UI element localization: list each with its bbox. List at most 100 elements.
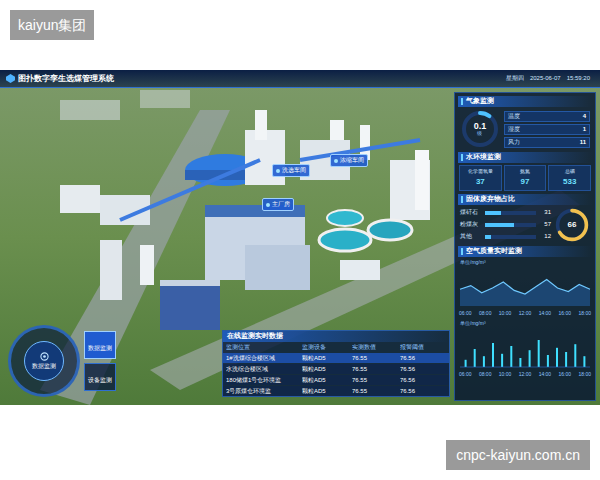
weather-value: 11 xyxy=(580,138,586,147)
gauge-value: 0.1 xyxy=(474,122,487,131)
table-cell: 颗粒AD5 xyxy=(302,376,352,385)
solid-item: 煤矸石 31 xyxy=(460,208,551,217)
bar xyxy=(465,360,467,367)
table-cell: 76.56 xyxy=(400,387,448,396)
bar-chart xyxy=(459,329,591,369)
scene-label[interactable]: 主厂房 xyxy=(262,198,294,211)
bar xyxy=(483,356,485,367)
solid-gauge-value: 66 xyxy=(568,219,577,231)
table-row[interactable]: 3号原煤仓环境监颗粒AD576.5576.56 xyxy=(223,386,449,396)
water-label: 总磷 xyxy=(565,168,575,176)
nav-item[interactable]: 设备监测 xyxy=(84,363,116,391)
scene-label[interactable]: 浓缩车间 xyxy=(330,154,368,167)
chart-unit: 单位/mg/m³ xyxy=(458,320,592,328)
panel-section: 固体废弃物占比煤矸石 31 粉煤灰 57 其他 12 66 xyxy=(458,194,592,243)
right-panel: 气象监测0.1级温度4湿度1风力11水环境监测化学需氧量37氨氮97总磷533固… xyxy=(454,92,596,401)
chart-unit: 单位/mg/m³ xyxy=(458,259,592,267)
section-header: 空气质量实时监测 xyxy=(458,246,592,257)
solid-label: 粉煤灰 xyxy=(460,220,482,229)
table-row[interactable]: 180储煤1号仓环境监颗粒AD576.5576.56 xyxy=(223,375,449,385)
watermark-row: kaiyun集团 xyxy=(0,0,600,40)
bar xyxy=(519,358,521,367)
solid-track xyxy=(485,211,536,215)
monitor-table: 在线监测实时数据监测位置监测设备实测数值报警阈值1#洗煤综合楼区域颗粒AD576… xyxy=(222,330,450,397)
table-cell: 水洗综合楼区域 xyxy=(226,365,302,374)
axis-line xyxy=(460,367,590,368)
dashboard-title: 图扑数字孪生选煤管理系统 xyxy=(18,73,114,85)
scene-label-text: 浓缩车间 xyxy=(340,156,364,165)
column-header: 实测数值 xyxy=(352,343,400,352)
bar xyxy=(510,346,512,367)
monitor-icon xyxy=(40,352,49,361)
bar xyxy=(547,355,549,367)
panel-section: 空气质量实时监测单位/mg/m³ 06:0008:0010:0012:0014:0… xyxy=(458,246,592,379)
weather-body: 0.1级温度4湿度1风力11 xyxy=(458,109,592,149)
table-cell: 76.56 xyxy=(400,354,448,363)
table-row[interactable]: 1#洗煤综合楼区域颗粒AD576.5576.56 xyxy=(223,353,449,363)
axis-ticks: 06:0008:0010:0012:0014:0016:0018:00 xyxy=(458,371,592,379)
section-title: 空气质量实时监测 xyxy=(466,247,522,255)
water-card: 总磷533 xyxy=(548,165,591,191)
logo-icon xyxy=(6,74,15,83)
scene-label[interactable]: 洗选车间 xyxy=(272,164,310,177)
bar xyxy=(538,340,540,367)
solid-label: 煤矸石 xyxy=(460,208,482,217)
water-card: 氨氮97 xyxy=(504,165,547,191)
table-header: 监测位置监测设备实测数值报警阈值 xyxy=(223,342,449,352)
nav-item-label: 设备监测 xyxy=(88,377,112,383)
nav-wheel: 数据监测数据监测设备监测 xyxy=(8,325,116,397)
solid-fill xyxy=(485,235,491,239)
table-cell: 颗粒AD5 xyxy=(302,387,352,396)
footer-row: cnpc-kaiyun.com.cn xyxy=(0,440,600,470)
column-header: 监测位置 xyxy=(226,343,302,352)
solid-fill xyxy=(485,211,501,215)
solid-value: 57 xyxy=(539,220,551,229)
table-cell: 3号原煤仓环境监 xyxy=(226,387,302,396)
footer-label: cnpc-kaiyun.com.cn xyxy=(446,440,590,470)
axis-tick: 12:00 xyxy=(519,310,532,318)
table-row[interactable]: 水洗综合楼区域颗粒AD576.5576.56 xyxy=(223,364,449,374)
axis-tick: 10:00 xyxy=(499,371,512,379)
solid-label: 其他 xyxy=(460,232,482,241)
bar xyxy=(492,343,494,367)
gauge-track xyxy=(464,113,496,145)
panel-section: 水环境监测化学需氧量37氨氮97总磷533 xyxy=(458,152,592,191)
bar xyxy=(501,354,503,367)
section-title: 固体废弃物占比 xyxy=(466,195,515,203)
table-cell: 颗粒AD5 xyxy=(302,365,352,374)
water-grid: 化学需氧量37氨氮97总磷533 xyxy=(458,165,592,191)
solid-value: 12 xyxy=(539,232,551,241)
section-header: 气象监测 xyxy=(458,96,592,107)
logo-shape xyxy=(6,74,15,83)
water-value: 97 xyxy=(521,176,530,188)
header-bar: 图扑数字孪生选煤管理系统星期四2025-06-0715:59:20 xyxy=(0,70,600,88)
table-cell: 1#洗煤综合楼区域 xyxy=(226,354,302,363)
gauge-unit: 级 xyxy=(477,131,482,136)
gauge-fill xyxy=(558,210,587,239)
section-title: 水环境监测 xyxy=(466,153,501,161)
table-cell: 76.55 xyxy=(352,365,400,374)
bar xyxy=(574,344,576,367)
gauge-track xyxy=(558,210,587,239)
axis-tick: 14:00 xyxy=(539,310,552,318)
weather-value: 1 xyxy=(583,125,586,134)
panel-section: 气象监测0.1级温度4湿度1风力11 xyxy=(458,96,592,149)
nav-item[interactable]: 数据监测 xyxy=(84,331,116,359)
axis-ticks: 06:0008:0010:0012:0014:0016:0018:00 xyxy=(458,310,592,318)
axis-tick: 06:00 xyxy=(459,371,472,379)
water-card: 化学需氧量37 xyxy=(459,165,502,191)
axis-tick: 14:00 xyxy=(539,371,552,379)
axis-tick: 18:00 xyxy=(578,310,591,318)
date: 2025-06-07 xyxy=(530,74,561,83)
solid-gauge: 66 xyxy=(554,207,590,243)
gauge-readout: 0.1级 xyxy=(474,122,487,136)
weather-item: 温度4 xyxy=(504,111,590,122)
solid-value: 31 xyxy=(539,208,551,217)
bar xyxy=(583,356,585,367)
nav-center[interactable]: 数据监测 xyxy=(24,341,64,381)
solid-items: 煤矸石 31 粉煤灰 57 其他 12 xyxy=(460,208,551,241)
gauge-fill xyxy=(464,113,496,145)
dashboard-screenshot: 图扑数字孪生选煤管理系统星期四2025-06-0715:59:20 洗选车间 浓缩… xyxy=(0,70,600,405)
section-marker xyxy=(461,154,463,161)
axis-tick: 16:00 xyxy=(559,310,572,318)
